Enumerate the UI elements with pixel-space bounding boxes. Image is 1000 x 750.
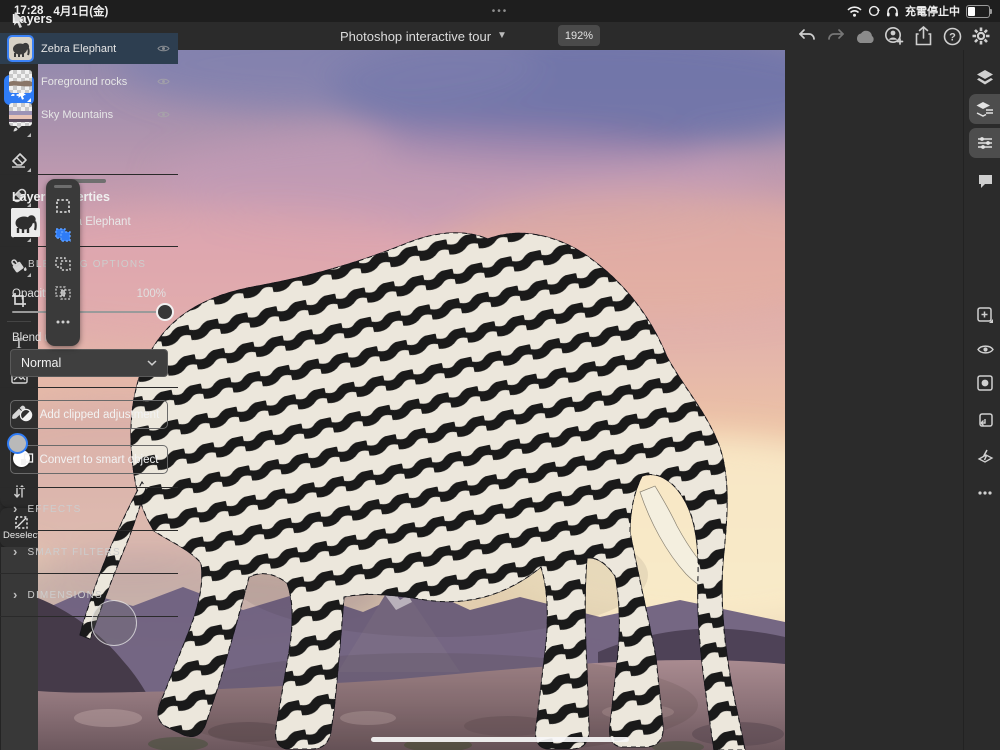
wifi-icon bbox=[847, 6, 862, 17]
eraser-tool[interactable] bbox=[4, 145, 34, 175]
visibility-icon[interactable] bbox=[969, 334, 1000, 364]
chevron-right-icon: › bbox=[13, 544, 19, 559]
share-icon[interactable] bbox=[910, 23, 936, 49]
comments-icon[interactable] bbox=[969, 166, 1000, 196]
dimensions-section[interactable]: › DIMENSIONS bbox=[0, 574, 178, 616]
touch-shortcut-circle[interactable] bbox=[91, 600, 137, 646]
battery-status-text: 充電停止中 bbox=[905, 3, 960, 19]
help-icon[interactable]: ? bbox=[939, 23, 965, 49]
orientation-lock-icon bbox=[868, 5, 880, 17]
chevron-down-icon: ▼ bbox=[497, 30, 507, 41]
intersect-selection-icon[interactable] bbox=[50, 280, 76, 306]
visibility-eye-icon[interactable] bbox=[157, 73, 170, 91]
chevron-right-icon: › bbox=[13, 587, 19, 602]
add-layer-icon[interactable] bbox=[969, 300, 1000, 330]
add-selection-icon[interactable] bbox=[50, 222, 76, 248]
document-title-menu[interactable]: Photoshop interactive tour ▼ bbox=[340, 22, 507, 50]
layer-properties-icon[interactable] bbox=[969, 94, 1000, 124]
layer-thumbnail bbox=[9, 37, 32, 60]
adjustments-icon[interactable] bbox=[969, 128, 1000, 158]
invite-people-icon[interactable] bbox=[881, 23, 907, 49]
new-selection-icon[interactable] bbox=[50, 193, 76, 219]
properties-layer-thumbnail bbox=[11, 208, 40, 237]
ipad-status-bar: 17:28 4月1日(金) ••• 充電停止中 bbox=[0, 0, 1000, 22]
more-options-icon[interactable] bbox=[50, 309, 76, 335]
visibility-eye-icon[interactable] bbox=[157, 106, 170, 124]
photoshop-ipad-app: 17:28 4月1日(金) ••• 充電停止中 ‹ Photoshop bbox=[0, 0, 1000, 750]
home-indicator[interactable] bbox=[371, 737, 629, 742]
drag-handle[interactable] bbox=[54, 185, 72, 188]
subtract-selection-icon[interactable] bbox=[50, 251, 76, 277]
layers-panel-icon[interactable] bbox=[969, 62, 1000, 92]
blend-mode-select[interactable]: Normal bbox=[10, 349, 168, 377]
layer-row-foreground-rocks[interactable]: Foreground rocks bbox=[0, 66, 178, 97]
layer-row-zebra-elephant[interactable]: Zebra Elephant bbox=[0, 33, 178, 64]
opacity-value: 100% bbox=[137, 288, 166, 300]
more-icon[interactable] bbox=[969, 478, 1000, 508]
selection-options-palette bbox=[46, 179, 80, 346]
zoom-level-badge[interactable]: 192% bbox=[558, 25, 600, 46]
layer-thumbnail bbox=[9, 103, 32, 126]
settings-gear-icon[interactable] bbox=[968, 23, 994, 49]
foreground-color[interactable] bbox=[7, 433, 28, 454]
redo-button[interactable] bbox=[823, 23, 849, 49]
svg-text:?: ? bbox=[949, 31, 956, 43]
mask-icon[interactable] bbox=[969, 368, 1000, 398]
chevron-down-icon bbox=[147, 360, 157, 366]
convert-to-smart-object-button[interactable]: Convert to smart object bbox=[10, 445, 168, 474]
clip-layer-icon[interactable] bbox=[969, 406, 1000, 436]
chevron-right-icon: › bbox=[13, 501, 19, 516]
layer-row-sky-mountains[interactable]: Sky Mountains bbox=[0, 99, 178, 130]
layer-thumbnail bbox=[9, 70, 32, 93]
opacity-slider[interactable] bbox=[12, 311, 166, 313]
effects-section[interactable]: › EFFECTS bbox=[0, 488, 178, 530]
panel-rail bbox=[963, 50, 1000, 750]
undo-button[interactable] bbox=[794, 23, 820, 49]
adjustment-icon bbox=[19, 408, 33, 422]
headphones-icon bbox=[886, 5, 899, 17]
smart-filters-section[interactable]: › SMART FILTERS bbox=[0, 531, 178, 573]
smart-object-icon bbox=[20, 453, 33, 466]
effects-icon[interactable] bbox=[969, 442, 1000, 472]
battery-icon bbox=[966, 5, 990, 18]
opacity-slider-knob[interactable] bbox=[156, 303, 174, 321]
visibility-eye-icon[interactable] bbox=[157, 40, 170, 58]
cloud-sync-icon[interactable] bbox=[852, 23, 878, 49]
layers-panel-title: Layers bbox=[12, 12, 52, 26]
chevron-down-icon bbox=[12, 262, 21, 268]
add-clipped-adjustment-button[interactable]: Add clipped adjustment bbox=[10, 400, 168, 429]
document-title: Photoshop interactive tour bbox=[340, 29, 491, 44]
